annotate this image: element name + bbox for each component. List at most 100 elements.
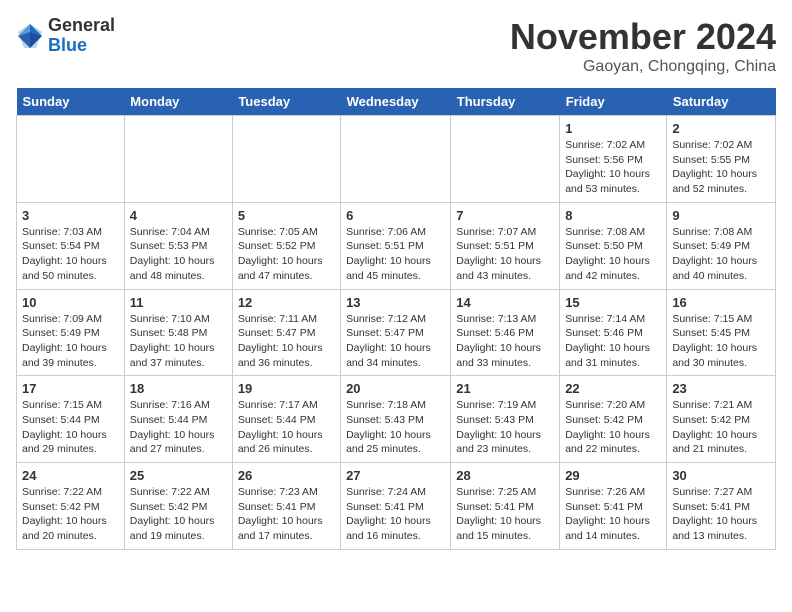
location: Gaoyan, Chongqing, China: [510, 58, 776, 76]
day-info: Sunrise: 7:23 AMSunset: 5:41 PMDaylight:…: [238, 485, 335, 544]
calendar-cell: 17Sunrise: 7:15 AMSunset: 5:44 PMDayligh…: [17, 376, 125, 463]
calendar-cell: 25 Sunrise: 7:22 AMSunset: 5:42 PMDayligh…: [124, 463, 232, 550]
day-info: Sunrise: 7:09 AMSunset: 5:49 PMDaylight:…: [22, 312, 119, 371]
day-info: Sunrise: 7:02 AMSunset: 5:55 PMDaylight:…: [672, 138, 770, 197]
calendar-cell: [17, 116, 125, 203]
day-info: Sunrise: 7:25 AMSunset: 5:41 PMDaylight:…: [456, 485, 554, 544]
calendar-cell: 13Sunrise: 7:12 AMSunset: 5:47 PMDayligh…: [341, 289, 451, 376]
day-info: Sunrise: 7:04 AMSunset: 5:53 PMDaylight:…: [130, 225, 227, 284]
calendar-week-row: 24 Sunrise: 7:22 AMSunset: 5:42 PMDayligh…: [17, 463, 776, 550]
calendar-cell: 9Sunrise: 7:08 AMSunset: 5:49 PMDaylight…: [667, 202, 776, 289]
day-number: 16: [672, 295, 770, 310]
day-number: 24: [22, 468, 119, 483]
day-number: 29: [565, 468, 661, 483]
weekday-header: Monday: [124, 88, 232, 116]
day-number: 30: [672, 468, 770, 483]
day-info: Sunrise: 7:06 AMSunset: 5:51 PMDaylight:…: [346, 225, 445, 284]
day-info: Sunrise: 7:13 AMSunset: 5:46 PMDaylight:…: [456, 312, 554, 371]
weekday-header-row: SundayMondayTuesdayWednesdayThursdayFrid…: [17, 88, 776, 116]
calendar-table: SundayMondayTuesdayWednesdayThursdayFrid…: [16, 88, 776, 550]
day-number: 3: [22, 208, 119, 223]
day-number: 14: [456, 295, 554, 310]
day-info: Sunrise: 7:27 AMSunset: 5:41 PMDaylight:…: [672, 485, 770, 544]
calendar-cell: 19 Sunrise: 7:17 AMSunset: 5:44 PMDayligh…: [232, 376, 340, 463]
day-info: Sunrise: 7:26 AMSunset: 5:41 PMDaylight:…: [565, 485, 661, 544]
weekday-header: Friday: [560, 88, 667, 116]
logo-general: General: [48, 16, 115, 36]
day-number: 7: [456, 208, 554, 223]
logo: General Blue: [16, 16, 115, 56]
day-number: 22: [565, 381, 661, 396]
day-info: Sunrise: 7:22 AMSunset: 5:42 PMDaylight:…: [22, 485, 119, 544]
day-number: 5: [238, 208, 335, 223]
day-info: Sunrise: 7:21 AMSunset: 5:42 PMDaylight:…: [672, 398, 770, 457]
day-number: 12: [238, 295, 335, 310]
day-number: 21: [456, 381, 554, 396]
day-number: 8: [565, 208, 661, 223]
day-info: Sunrise: 7:03 AMSunset: 5:54 PMDaylight:…: [22, 225, 119, 284]
day-info: Sunrise: 7:15 AMSunset: 5:44 PMDaylight:…: [22, 398, 119, 457]
day-number: 19: [238, 381, 335, 396]
calendar-cell: 20Sunrise: 7:18 AMSunset: 5:43 PMDayligh…: [341, 376, 451, 463]
calendar-cell: 14 Sunrise: 7:13 AMSunset: 5:46 PMDayligh…: [451, 289, 560, 376]
day-number: 23: [672, 381, 770, 396]
day-info: Sunrise: 7:07 AMSunset: 5:51 PMDaylight:…: [456, 225, 554, 284]
calendar-cell: [341, 116, 451, 203]
day-info: Sunrise: 7:20 AMSunset: 5:42 PMDaylight:…: [565, 398, 661, 457]
weekday-header: Wednesday: [341, 88, 451, 116]
calendar-cell: 8 Sunrise: 7:08 AMSunset: 5:50 PMDaylight…: [560, 202, 667, 289]
calendar-cell: 12 Sunrise: 7:11 AMSunset: 5:47 PMDayligh…: [232, 289, 340, 376]
calendar-cell: 27Sunrise: 7:24 AMSunset: 5:41 PMDayligh…: [341, 463, 451, 550]
calendar-cell: 22 Sunrise: 7:20 AMSunset: 5:42 PMDayligh…: [560, 376, 667, 463]
calendar-cell: 15 Sunrise: 7:14 AMSunset: 5:46 PMDayligh…: [560, 289, 667, 376]
calendar-cell: 4 Sunrise: 7:04 AMSunset: 5:53 PMDaylight…: [124, 202, 232, 289]
page-header: General Blue November 2024 Gaoyan, Chong…: [16, 16, 776, 76]
calendar-week-row: 17Sunrise: 7:15 AMSunset: 5:44 PMDayligh…: [17, 376, 776, 463]
calendar-cell: 30 Sunrise: 7:27 AMSunset: 5:41 PMDayligh…: [667, 463, 776, 550]
calendar-cell: 7 Sunrise: 7:07 AMSunset: 5:51 PMDaylight…: [451, 202, 560, 289]
day-number: 4: [130, 208, 227, 223]
weekday-header: Thursday: [451, 88, 560, 116]
day-info: Sunrise: 7:22 AMSunset: 5:42 PMDaylight:…: [130, 485, 227, 544]
day-number: 28: [456, 468, 554, 483]
calendar-week-row: 10 Sunrise: 7:09 AMSunset: 5:49 PMDayligh…: [17, 289, 776, 376]
day-info: Sunrise: 7:14 AMSunset: 5:46 PMDaylight:…: [565, 312, 661, 371]
weekday-header: Sunday: [17, 88, 125, 116]
day-number: 18: [130, 381, 227, 396]
day-info: Sunrise: 7:08 AMSunset: 5:49 PMDaylight:…: [672, 225, 770, 284]
calendar-cell: 16Sunrise: 7:15 AMSunset: 5:45 PMDayligh…: [667, 289, 776, 376]
logo-text: General Blue: [48, 16, 115, 56]
day-number: 2: [672, 121, 770, 136]
day-info: Sunrise: 7:17 AMSunset: 5:44 PMDaylight:…: [238, 398, 335, 457]
weekday-header: Tuesday: [232, 88, 340, 116]
calendar-cell: 24 Sunrise: 7:22 AMSunset: 5:42 PMDayligh…: [17, 463, 125, 550]
title-block: November 2024 Gaoyan, Chongqing, China: [510, 16, 776, 76]
day-number: 11: [130, 295, 227, 310]
calendar-cell: 6 Sunrise: 7:06 AMSunset: 5:51 PMDaylight…: [341, 202, 451, 289]
calendar-cell: 2 Sunrise: 7:02 AMSunset: 5:55 PMDaylight…: [667, 116, 776, 203]
day-number: 20: [346, 381, 445, 396]
day-number: 25: [130, 468, 227, 483]
day-number: 15: [565, 295, 661, 310]
month-title: November 2024: [510, 16, 776, 58]
day-info: Sunrise: 7:12 AMSunset: 5:47 PMDaylight:…: [346, 312, 445, 371]
calendar-cell: 18Sunrise: 7:16 AMSunset: 5:44 PMDayligh…: [124, 376, 232, 463]
calendar-cell: [232, 116, 340, 203]
day-info: Sunrise: 7:08 AMSunset: 5:50 PMDaylight:…: [565, 225, 661, 284]
calendar-cell: 10 Sunrise: 7:09 AMSunset: 5:49 PMDayligh…: [17, 289, 125, 376]
day-number: 10: [22, 295, 119, 310]
logo-icon: [16, 22, 44, 50]
calendar-cell: 5 Sunrise: 7:05 AMSunset: 5:52 PMDaylight…: [232, 202, 340, 289]
day-info: Sunrise: 7:05 AMSunset: 5:52 PMDaylight:…: [238, 225, 335, 284]
logo-blue: Blue: [48, 36, 115, 56]
day-info: Sunrise: 7:10 AMSunset: 5:48 PMDaylight:…: [130, 312, 227, 371]
day-info: Sunrise: 7:02 AMSunset: 5:56 PMDaylight:…: [565, 138, 661, 197]
weekday-header: Saturday: [667, 88, 776, 116]
day-number: 6: [346, 208, 445, 223]
calendar-week-row: 3 Sunrise: 7:03 AMSunset: 5:54 PMDaylight…: [17, 202, 776, 289]
day-info: Sunrise: 7:11 AMSunset: 5:47 PMDaylight:…: [238, 312, 335, 371]
calendar-cell: 29 Sunrise: 7:26 AMSunset: 5:41 PMDayligh…: [560, 463, 667, 550]
calendar-cell: [451, 116, 560, 203]
day-number: 27: [346, 468, 445, 483]
calendar-cell: 26Sunrise: 7:23 AMSunset: 5:41 PMDayligh…: [232, 463, 340, 550]
